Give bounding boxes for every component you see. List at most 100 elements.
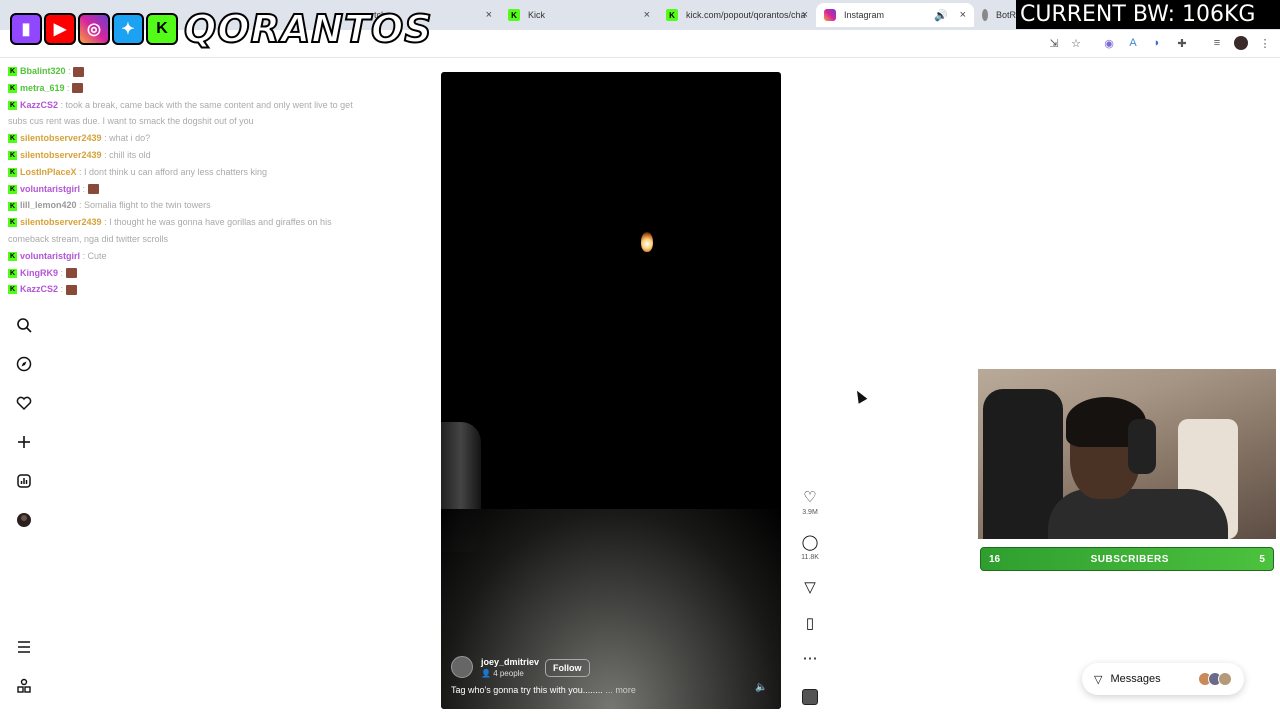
media-control-icon[interactable]: ≡ (1210, 36, 1224, 50)
chat-separator: : (58, 99, 66, 110)
chat-username[interactable]: silentobserver2439 (20, 150, 102, 160)
chat-separator: : (101, 217, 110, 228)
search-icon[interactable] (14, 315, 34, 335)
chat-emote-icon (65, 284, 77, 295)
extension-icon[interactable]: ◉ (1102, 36, 1116, 50)
chat-message: Kvoluntaristgirl : (8, 181, 353, 198)
tab-kick[interactable]: K Kick × (500, 3, 658, 27)
close-icon[interactable]: × (644, 9, 650, 21)
menu-hamburger-icon[interactable] (14, 637, 34, 657)
caption-text: Tag who's gonna try this with you.......… (451, 685, 603, 695)
apps-grid-icon[interactable] (14, 676, 34, 696)
bookmark-star-icon[interactable]: ☆ (1069, 36, 1083, 50)
chat-username[interactable]: LostInPlaceX (20, 167, 77, 177)
speaker-icon[interactable]: 🔈 (755, 682, 767, 693)
chat-separator: : (80, 250, 88, 261)
chat-message: Ksilentobserver2439 : chill its old (8, 147, 353, 164)
create-plus-icon[interactable] (14, 432, 34, 452)
comment-icon: ◯ (801, 534, 819, 551)
explore-compass-icon[interactable] (14, 354, 34, 374)
menu-kebab-icon[interactable]: ⋮ (1258, 36, 1272, 50)
chat-username[interactable]: KingRK9 (20, 268, 58, 278)
author-avatar[interactable] (451, 656, 473, 678)
bodyweight-banner: CURRENT BW: 106KG (1016, 0, 1280, 29)
extensions-puzzle-icon[interactable]: ✚ (1175, 36, 1189, 50)
chat-separator: : (65, 66, 74, 76)
kick-badge-icon: K (8, 134, 17, 144)
chat-username[interactable]: metra_619 (20, 83, 65, 93)
tab-kick-popout[interactable]: K kick.com/popout/qorantos/cha × (658, 3, 816, 27)
chat-separator: : (58, 267, 66, 278)
chat-emote-icon (87, 184, 99, 195)
chat-username[interactable]: KazzCS2 (20, 284, 58, 294)
kick-badge-icon: K (8, 167, 17, 177)
chat-username[interactable]: KazzCS2 (20, 100, 58, 110)
translate-icon[interactable]: A (1126, 36, 1140, 50)
follow-button[interactable]: Follow (545, 659, 590, 677)
instagram-icon: ◎ (78, 13, 110, 45)
reel-caption: Tag who's gonna try this with you.......… (451, 685, 636, 695)
reel-author[interactable]: joey_dmitriev 👤 4 people (451, 656, 539, 678)
more-options-button[interactable]: ⋯ (800, 651, 820, 667)
share-button[interactable]: ▽ (800, 580, 820, 596)
chat-username[interactable]: silentobserver2439 (20, 217, 102, 227)
tab-label: BotR (995, 10, 1016, 20)
instagram-icon (824, 9, 836, 21)
dashboard-chart-icon[interactable] (14, 471, 34, 491)
like-button[interactable]: ♡ 3.9M (800, 490, 820, 517)
messages-button[interactable]: ▽ Messages (1082, 663, 1244, 695)
close-icon[interactable]: × (960, 9, 966, 21)
chat-emote-icon (73, 66, 85, 77)
bot-icon (982, 9, 988, 21)
author-name[interactable]: joey_dmitriev (481, 657, 539, 667)
chat-text: what i do? (109, 133, 151, 144)
send-icon: ▽ (804, 579, 816, 596)
tab-instagram[interactable]: Instagram 🔊 × (816, 3, 974, 27)
install-icon[interactable]: ⇲ (1047, 36, 1061, 50)
chat-separator: : (64, 82, 73, 93)
chat-message: Klill_lemon420 : Somalia flight to the t… (8, 197, 353, 214)
profile-avatar[interactable] (14, 510, 34, 530)
tab-label: kick.com/popout/qorantos/cha (686, 10, 806, 20)
chat-username[interactable]: voluntaristgirl (20, 184, 80, 194)
profile-avatar[interactable] (1234, 36, 1248, 50)
audio-thumbnail[interactable] (802, 689, 818, 705)
chat-username[interactable]: voluntaristgirl (20, 251, 80, 261)
chat-text: I dont think u can afford any less chatt… (84, 166, 267, 177)
twitter-icon: ✦ (112, 13, 144, 45)
chat-username[interactable]: lill_lemon420 (20, 200, 77, 210)
kick-badge-icon: K (8, 201, 17, 211)
kick-badge-icon: K (8, 251, 17, 261)
tab-label: Kick (528, 10, 546, 20)
chat-username[interactable]: Bbalint320 (20, 66, 66, 76)
kick-badge-icon: K (8, 184, 17, 194)
heart-icon[interactable] (14, 393, 34, 413)
chat-username[interactable]: silentobserver2439 (20, 133, 102, 143)
headset (1128, 419, 1156, 474)
close-icon[interactable]: × (802, 9, 808, 21)
speaker-icon[interactable]: 🔊 (934, 9, 948, 22)
like-count: 3.9M (802, 509, 818, 516)
more-link[interactable]: ... more (605, 685, 636, 695)
chat-message: Ksilentobserver2439 : I thought he was g… (8, 214, 353, 248)
channel-logo-overlay: ▮ ▶ ◎ ✦ K QORANTOS (10, 6, 433, 52)
channel-name: QORANTOS (183, 6, 433, 52)
subs-label: SUBSCRIBERS (1090, 553, 1169, 565)
more-dots-icon: ⋯ (802, 650, 818, 667)
comment-button[interactable]: ◯ 11.8K (800, 534, 820, 562)
reel-video[interactable]: joey_dmitriev 👤 4 people Follow Tag who'… (441, 72, 781, 709)
kick-badge-icon: K (8, 100, 17, 110)
kick-badge-icon: K (8, 151, 17, 161)
subs-goal: 5 (1259, 553, 1265, 565)
save-button[interactable]: ▯ (800, 616, 820, 632)
chat-overlay: K Bbalint320 : Kmetra_619 : K KazzCS2 : to… (8, 63, 353, 298)
bookmark-icon: ▯ (805, 615, 815, 632)
subs-current: 16 (989, 553, 1001, 565)
webcam-overlay (978, 369, 1276, 539)
mouse-cursor (852, 388, 868, 404)
chat-message: Ksilentobserver2439 : what i do? (8, 130, 353, 147)
collaborators-count[interactable]: 👤 4 people (481, 669, 539, 678)
audio-extension-icon[interactable]: ◗ (1150, 36, 1164, 50)
twitch-icon: ▮ (10, 13, 42, 45)
close-icon[interactable]: × (486, 9, 492, 21)
